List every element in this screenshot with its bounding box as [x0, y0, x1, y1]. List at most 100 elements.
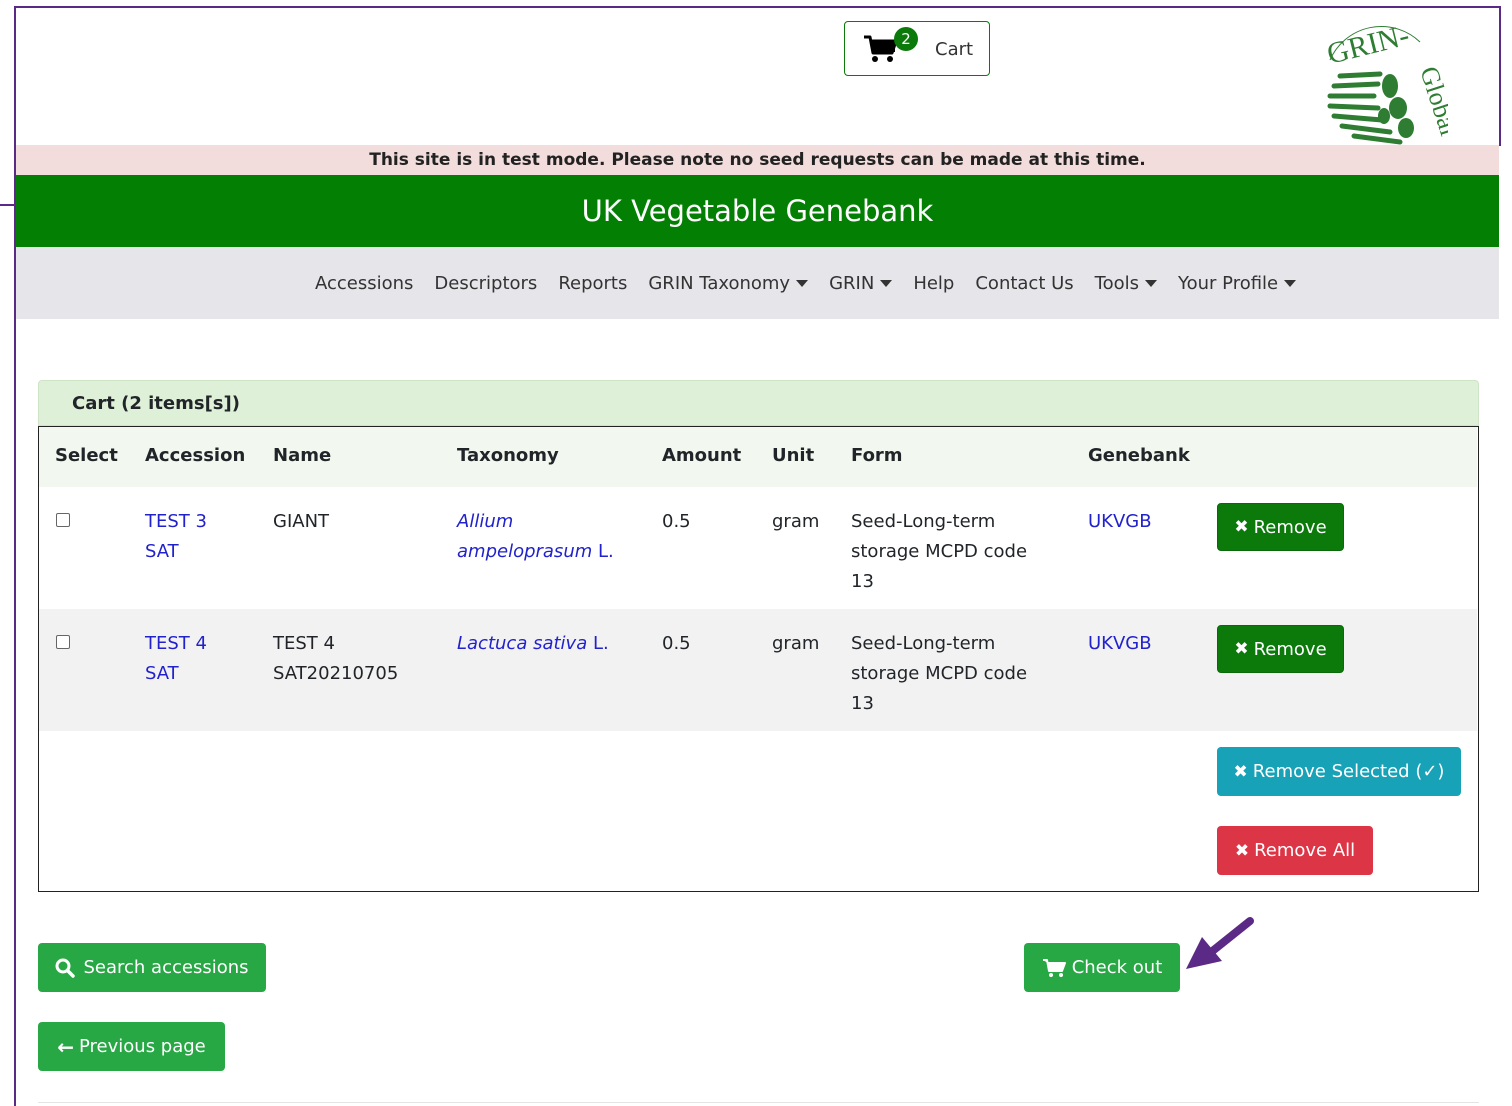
accession-line: SAT — [145, 541, 179, 562]
shopping-cart-icon — [1042, 958, 1066, 977]
cart-label: Cart — [935, 39, 974, 60]
site-title: UK Vegetable Genebank — [16, 175, 1499, 247]
column-header: Amount — [662, 445, 742, 466]
taxonomy-genus: Allium — [457, 511, 514, 532]
genebank-link[interactable]: UKVGB — [1088, 629, 1152, 659]
remove-label: Remove — [1253, 516, 1327, 538]
nav-help-label: Help — [913, 272, 955, 294]
amount-cell: 0.5 — [662, 511, 691, 532]
remove-label: Remove — [1253, 638, 1327, 660]
caret-down-icon — [1284, 279, 1297, 287]
divider — [38, 1102, 1479, 1103]
remove-button[interactable]: ✖ Remove — [1217, 625, 1344, 673]
remove-selected-label: Remove Selected (✓) — [1252, 761, 1445, 782]
accession-line: SAT — [145, 663, 179, 684]
annotation-frame-spur — [0, 204, 16, 206]
nav-grin-taxonomy-dropdown[interactable]: GRIN Taxonomy — [648, 272, 809, 294]
svg-text:Global: Global — [1414, 63, 1448, 139]
nav-tools-dropdown[interactable]: Tools — [1094, 272, 1158, 294]
form-cell: Seed-Long-term storage MCPD code 13 — [851, 629, 1027, 719]
column-header: Select — [55, 445, 118, 466]
taxonomy-author: L. — [598, 541, 614, 562]
name-line: GIANT — [273, 511, 330, 532]
close-icon: ✖ — [1234, 639, 1249, 659]
form-line: 13 — [851, 693, 874, 714]
form-line: 13 — [851, 571, 874, 592]
nav-your-profile-dropdown[interactable]: Your Profile — [1178, 272, 1297, 294]
table-row: TEST 4 SAT TEST 4 SAT20210705 Lactuca sa… — [39, 609, 1477, 731]
form-line: Seed-Long-term — [851, 511, 996, 532]
column-header: Taxonomy — [457, 445, 559, 466]
previous-page-button[interactable]: ← Previous page — [38, 1022, 225, 1071]
form-cell: Seed-Long-term storage MCPD code 13 — [851, 507, 1027, 597]
search-accessions-button[interactable]: Search accessions — [38, 943, 266, 992]
cart-title: Cart (2 items[s]) — [38, 380, 1479, 426]
cart-button[interactable]: 2 Cart — [844, 21, 990, 76]
select-checkbox[interactable] — [56, 513, 70, 527]
taxonomy-genus: Lactuca — [457, 633, 528, 654]
taxonomy-link[interactable]: Allium ampeloprasum L. — [457, 507, 614, 567]
checkout-button[interactable]: Check out — [1024, 943, 1180, 992]
nav-reports-label: Reports — [558, 272, 628, 294]
close-icon: ✖ — [1234, 517, 1249, 537]
nav-reports[interactable]: Reports — [558, 273, 627, 294]
form-line: storage MCPD code — [851, 541, 1028, 562]
genebank-link[interactable]: UKVGB — [1088, 507, 1152, 537]
nav-accessions[interactable]: Accessions — [315, 273, 413, 294]
name-line: TEST 4 — [273, 633, 335, 654]
name-cell: GIANT — [273, 507, 329, 537]
nav-contact-us[interactable]: Contact Us — [975, 273, 1073, 294]
nav-contact-us-label: Contact Us — [975, 272, 1074, 294]
caret-down-icon — [1145, 279, 1158, 287]
unit-cell: gram — [772, 633, 820, 654]
remove-button[interactable]: ✖ Remove — [1217, 503, 1344, 551]
test-mode-banner: This site is in test mode. Please note n… — [16, 145, 1499, 175]
main-nav: Accessions Descriptors Reports GRIN Taxo… — [16, 247, 1499, 319]
accession-link[interactable]: TEST 4 SAT — [145, 629, 207, 689]
nav-descriptors-label: Descriptors — [434, 272, 538, 294]
accession-line: TEST 4 — [145, 633, 207, 654]
amount-cell: 0.5 — [662, 633, 691, 654]
table-header: Select Accession Name Taxonomy Amount Un… — [39, 427, 1477, 487]
remove-all-button[interactable]: ✖ Remove All — [1217, 826, 1373, 875]
svg-text:GRIN-: GRIN- — [1324, 20, 1413, 71]
column-header: Name — [273, 445, 332, 466]
form-line: Seed-Long-term — [851, 633, 996, 654]
cart-card: Cart (2 items[s]) Select Accession Name … — [38, 380, 1479, 892]
nav-help[interactable]: Help — [913, 273, 954, 294]
nav-grin-taxonomy-label: GRIN Taxonomy — [648, 272, 791, 294]
nav-grin-dropdown[interactable]: GRIN — [829, 272, 893, 294]
accession-link[interactable]: TEST 3 SAT — [145, 507, 207, 567]
column-header: Genebank — [1088, 445, 1190, 466]
arrow-left-icon: ← — [57, 1034, 74, 1059]
taxonomy-species: ampeloprasum — [457, 541, 593, 562]
select-checkbox[interactable] — [56, 635, 70, 649]
nav-descriptors[interactable]: Descriptors — [434, 273, 537, 294]
nav-grin-label: GRIN — [829, 272, 875, 294]
cart-table: Select Accession Name Taxonomy Amount Un… — [38, 426, 1479, 892]
previous-page-label: Previous page — [79, 1036, 206, 1057]
form-line: storage MCPD code — [851, 663, 1028, 684]
remove-selected-button[interactable]: ✖ Remove Selected (✓) — [1217, 747, 1461, 796]
search-icon — [55, 958, 76, 978]
nav-your-profile-label: Your Profile — [1178, 272, 1279, 294]
taxonomy-author: L. — [592, 633, 609, 654]
caret-down-icon — [880, 279, 893, 287]
remove-all-label: Remove All — [1254, 840, 1356, 861]
caret-down-icon — [796, 279, 809, 287]
nav-tools-label: Tools — [1094, 272, 1140, 294]
checkout-label: Check out — [1071, 957, 1163, 978]
search-accessions-label: Search accessions — [83, 957, 249, 978]
annotation-arrow-icon — [1186, 917, 1254, 969]
close-icon: ✖ — [1233, 761, 1248, 782]
page: 2 Cart GRIN- Global This site is in test… — [16, 8, 1499, 1106]
nav-accessions-label: Accessions — [315, 272, 414, 294]
cart-count-badge: 2 — [894, 27, 918, 51]
name-cell: TEST 4 SAT20210705 — [273, 629, 398, 689]
taxonomy-species: sativa — [533, 633, 588, 654]
close-icon: ✖ — [1234, 840, 1250, 861]
grin-global-logo: GRIN- Global — [1324, 20, 1448, 145]
taxonomy-link[interactable]: Lactuca sativa L. — [457, 629, 609, 659]
table-row: TEST 3 SAT GIANT Allium ampeloprasum L. … — [39, 487, 1477, 609]
column-header: Accession — [145, 445, 246, 466]
